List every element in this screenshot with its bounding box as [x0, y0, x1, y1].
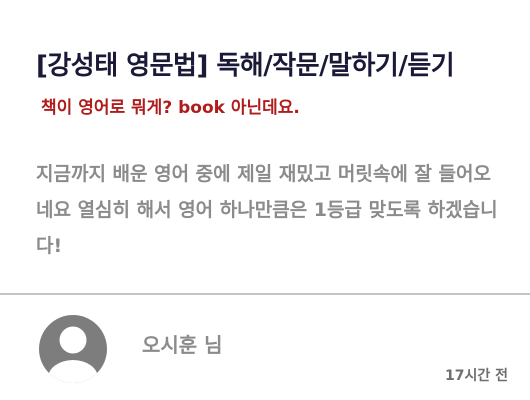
review-timestamp: 17시간 전: [445, 368, 508, 384]
author-name: 오시훈 님: [142, 333, 223, 357]
review-text: 지금까지 배운 영어 중에 제일 재밌고 머릿속에 잘 들어오네요 열심히 해서…: [36, 163, 498, 257]
post-title[interactable]: [강성태 영문법] 독해/작문/말하기/듣기: [36, 48, 455, 84]
post-subtitle: 책이 영어로 뭐게? book 아닌데요.: [41, 98, 300, 118]
user-avatar-icon: [39, 315, 107, 383]
review-card: [강성태 영문법] 독해/작문/말하기/듣기 책이 영어로 뭐게? book 아…: [0, 0, 530, 400]
divider: [0, 293, 530, 295]
